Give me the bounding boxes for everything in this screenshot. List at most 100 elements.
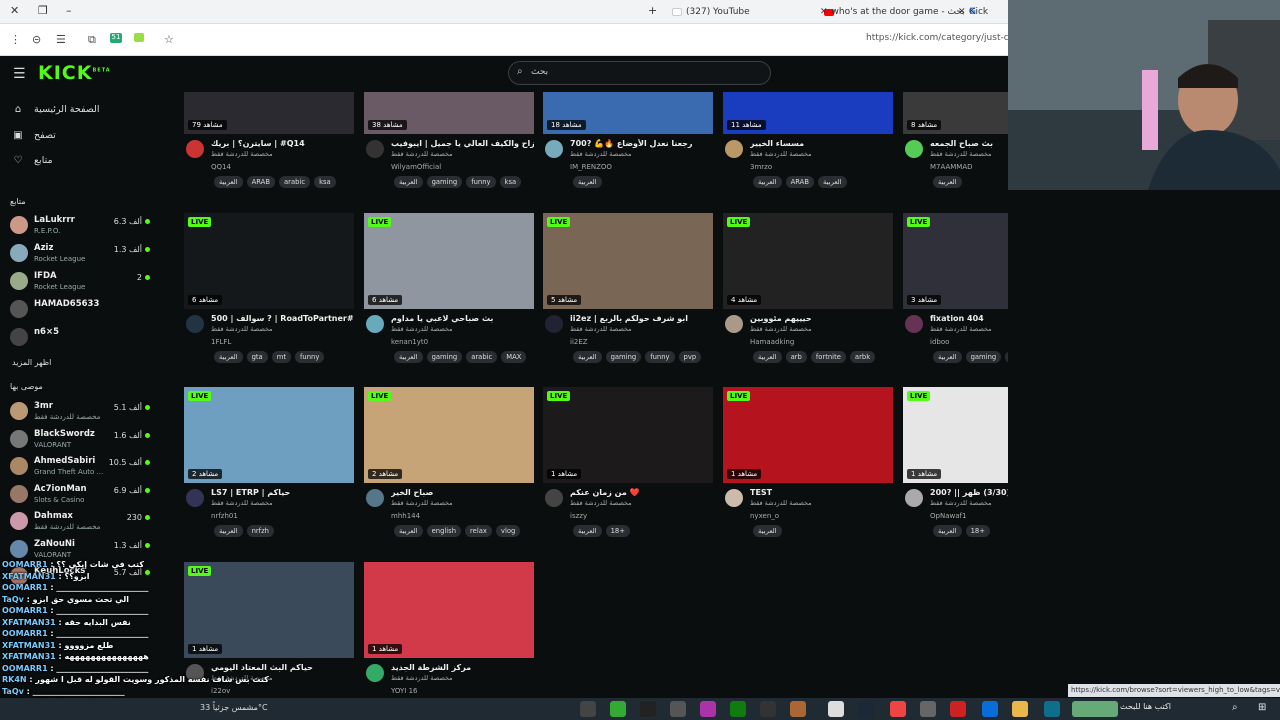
- search-input[interactable]: بحث: [531, 67, 548, 77]
- stream-category[interactable]: مخصصة للدردشة فقط: [930, 325, 992, 333]
- extension-icon[interactable]: [134, 33, 144, 42]
- stream-thumbnail[interactable]: 11 مشاهد: [723, 92, 893, 134]
- stream-title[interactable]: المزاح والكيف العالي يا جميل | ايبوفيب: [391, 139, 534, 148]
- tag-chip[interactable]: العربية: [214, 525, 243, 537]
- tag-chip[interactable]: vlog: [495, 525, 521, 537]
- stream-category[interactable]: مخصصة للدردشة فقط: [930, 150, 992, 158]
- channel-name[interactable]: QQ14: [211, 163, 231, 171]
- extension-icon[interactable]: ☰: [56, 33, 66, 46]
- taskbar-app-icon[interactable]: [950, 701, 966, 717]
- tag-chip[interactable]: العربية: [214, 351, 243, 363]
- weather-widget[interactable]: مشمس جزئياً 33°C: [200, 703, 268, 712]
- stream-thumbnail[interactable]: LIVE 6 مشاهد: [184, 213, 354, 309]
- hamburger-menu-icon[interactable]: ☰: [13, 66, 26, 82]
- stream-title[interactable]: ii2ez | ابو شرف حولكم بالربع: [570, 314, 713, 323]
- tag-chip[interactable]: 18+: [605, 525, 630, 537]
- tag-chip[interactable]: funny: [466, 176, 496, 188]
- tab-kick[interactable]: ✕ Kick: [958, 3, 988, 21]
- tag-chip[interactable]: ARAB: [785, 176, 814, 188]
- tag-chip[interactable]: MAX: [501, 351, 527, 363]
- stream-category[interactable]: مخصصة للدردشة فقط: [391, 150, 453, 158]
- stream-thumbnail[interactable]: LIVE 4 مشاهد: [723, 213, 893, 309]
- tag-chip[interactable]: العربية: [573, 176, 602, 188]
- nav-home[interactable]: ⌂ الصفحة الرئيسية: [12, 104, 100, 115]
- channel-avatar[interactable]: [186, 315, 204, 333]
- channel-avatar[interactable]: [186, 489, 204, 507]
- stream-thumbnail[interactable]: LIVE 1 مشاهد: [543, 387, 713, 483]
- puzzle-icon[interactable]: ⧉: [88, 33, 96, 47]
- tag-chip[interactable]: gaming: [605, 351, 642, 363]
- extension-badge-icon[interactable]: 51: [110, 33, 122, 43]
- channel-avatar[interactable]: [366, 315, 384, 333]
- taskbar-app-icon[interactable]: [828, 701, 844, 717]
- stream-category[interactable]: مخصصة للدردشة فقط: [750, 150, 812, 158]
- taskbar-app-icon[interactable]: [700, 701, 716, 717]
- channel-avatar[interactable]: [366, 489, 384, 507]
- taskbar-app-icon[interactable]: [920, 701, 936, 717]
- channel-avatar[interactable]: [545, 489, 563, 507]
- tag-chip[interactable]: arabic: [466, 351, 498, 363]
- taskbar-app-icon[interactable]: [580, 701, 596, 717]
- menu-dots-icon[interactable]: ⋮: [10, 33, 21, 46]
- tag-chip[interactable]: العربية: [818, 176, 847, 188]
- stream-category[interactable]: مخصصة للدردشة فقط: [750, 499, 812, 507]
- sidebar-channel[interactable]: BlackSwordz VALORANT 1.6 ألف: [10, 428, 150, 454]
- stream-category[interactable]: مخصصة للدردشة فقط: [211, 150, 273, 158]
- new-tab-icon[interactable]: +: [648, 4, 657, 17]
- taskbar-outlook-icon[interactable]: [982, 701, 998, 717]
- taskbar-app-icon[interactable]: [640, 701, 656, 717]
- sidebar-channel[interactable]: AhmedSabiri Grand Theft Auto ... 10.5 أل…: [10, 455, 150, 481]
- tag-chip[interactable]: ksa: [499, 176, 522, 188]
- channel-name[interactable]: 3mrzo: [750, 163, 772, 171]
- channel-name[interactable]: 1FLFL: [211, 338, 231, 346]
- tab-youtube[interactable]: (327) YouTube: [672, 3, 834, 21]
- stream-title[interactable]: سوالف | 500 ? | RoadToPartner#: [211, 314, 354, 323]
- stream-thumbnail[interactable]: 79 مشاهد: [184, 92, 354, 134]
- tag-chip[interactable]: gta: [246, 351, 268, 363]
- tag-chip[interactable]: ksa: [314, 176, 336, 188]
- channel-name[interactable]: WilyamOfficial: [391, 163, 441, 171]
- tag-chip[interactable]: العربية: [753, 525, 782, 537]
- sidebar-channel[interactable]: LaLukrrr R.E.P.O. 6.3 ألف: [10, 214, 150, 240]
- tag-chip[interactable]: arbk: [849, 351, 876, 363]
- stream-title[interactable]: مسساء الخيير: [750, 139, 893, 148]
- stream-thumbnail[interactable]: LIVE 5 مشاهد: [543, 213, 713, 309]
- stream-thumbnail[interactable]: 18 مشاهد: [543, 92, 713, 134]
- taskbar-steam-icon[interactable]: [858, 701, 874, 717]
- taskbar-search[interactable]: اكتب هنا للبحث: [1120, 702, 1171, 711]
- taskbar-news-widget[interactable]: [1072, 701, 1118, 717]
- stream-thumbnail[interactable]: 1 مشاهد: [364, 562, 534, 658]
- stream-category[interactable]: مخصصة للدردشة فقط: [930, 499, 992, 507]
- tag-chip[interactable]: gaming: [426, 176, 463, 188]
- channel-avatar[interactable]: [545, 140, 563, 158]
- bookmark-star-icon[interactable]: ☆: [164, 33, 174, 46]
- tag-chip[interactable]: funny: [645, 351, 675, 363]
- channel-avatar[interactable]: [366, 664, 384, 682]
- tag-chip[interactable]: العربية: [573, 351, 602, 363]
- stream-category[interactable]: مخصصة للدردشة فقط: [570, 499, 632, 507]
- tag-chip[interactable]: mt: [271, 351, 292, 363]
- stream-category[interactable]: مخصصة للدردشة فقط: [750, 325, 812, 333]
- tag-chip[interactable]: nrfzh: [246, 525, 274, 537]
- stream-title[interactable]: LS7 | ETRP | حياكم: [211, 488, 354, 497]
- channel-avatar[interactable]: [725, 315, 743, 333]
- channel-name[interactable]: nrfzh01: [211, 512, 238, 520]
- tag-chip[interactable]: gaming: [426, 351, 463, 363]
- search-bar[interactable]: ⌕ بحث: [508, 61, 771, 85]
- windows-start-icon[interactable]: ⊞: [1258, 702, 1266, 713]
- sidebar-channel[interactable]: Ac7ionMan Slots & Casino 6.9 ألف: [10, 483, 150, 509]
- tab-google-search[interactable]: ✕ who's at the door game - بحث G: [820, 3, 976, 21]
- taskbar-chrome-icon[interactable]: [890, 701, 906, 717]
- tag-chip[interactable]: العربية: [753, 351, 782, 363]
- restore-window-icon[interactable]: ❐: [38, 4, 48, 17]
- sidebar-channel[interactable]: n6×5: [10, 326, 150, 352]
- stream-category[interactable]: مخصصة للدردشة فقط: [391, 499, 453, 507]
- channel-avatar[interactable]: [725, 489, 743, 507]
- channel-name[interactable]: iszzy: [570, 512, 587, 520]
- channel-avatar[interactable]: [545, 315, 563, 333]
- stream-category[interactable]: مخصصة للدردشة فقط: [391, 674, 453, 682]
- channel-name[interactable]: Hamaadking: [750, 338, 794, 346]
- tab-close-icon[interactable]: ✕: [820, 7, 828, 17]
- tag-chip[interactable]: العربية: [394, 176, 423, 188]
- stream-title[interactable]: من زمان عنكم ❤️: [570, 488, 713, 497]
